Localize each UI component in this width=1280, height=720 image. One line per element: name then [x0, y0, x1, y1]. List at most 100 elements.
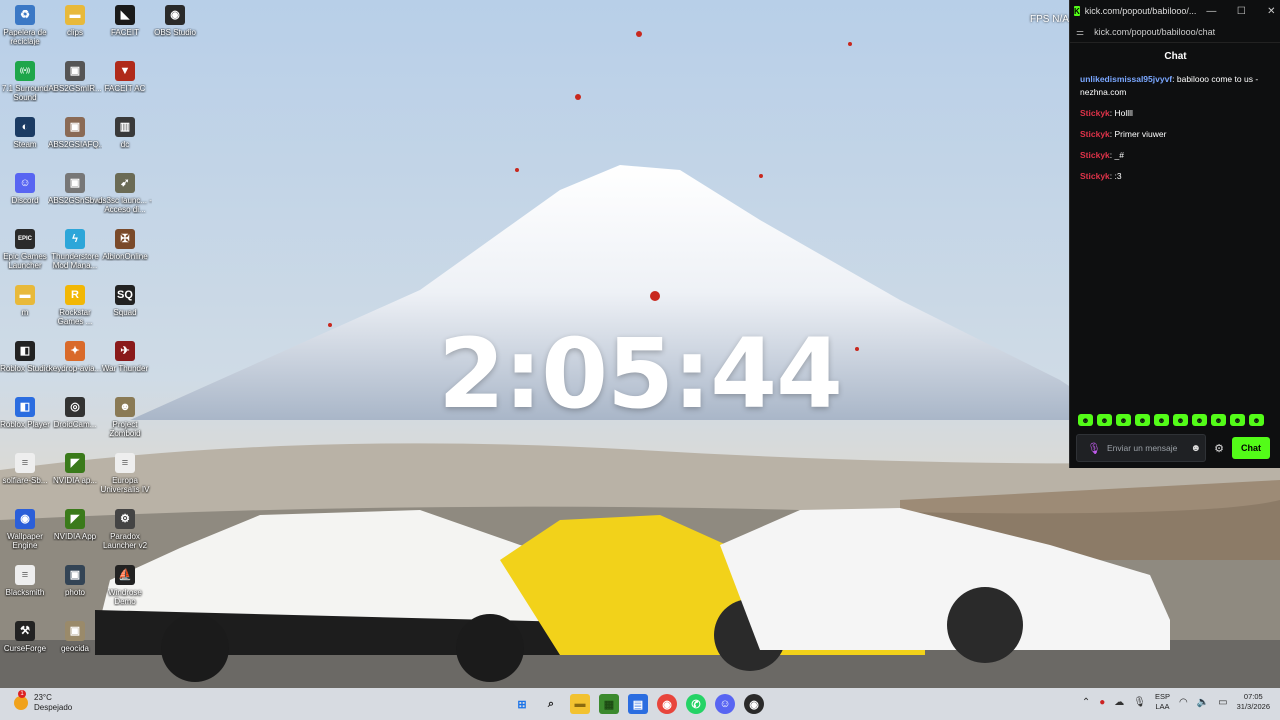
desktop-icon-label: clips	[66, 28, 83, 37]
albion-icon: ✠	[115, 229, 135, 249]
desktop-icon[interactable]: ≡ solfiare-Sb...	[0, 453, 52, 485]
desktop-icon[interactable]: ⛵ Windrose Demo	[98, 565, 152, 606]
chat-message: unlikedismissal95jvyvf: babilooo come to…	[1080, 73, 1271, 99]
maximize-icon[interactable]: ☐	[1226, 6, 1256, 17]
desktop-icon[interactable]: ✈ War Thunder	[98, 341, 152, 373]
battery-icon[interactable]: ▭	[1218, 697, 1227, 708]
close-icon[interactable]: ✕	[1256, 6, 1280, 17]
microsoft-store-icon[interactable]: ▤	[628, 694, 648, 714]
lang-bottom: LAA	[1155, 702, 1170, 711]
desktop-icon[interactable]: ϟ Thunderstore Mod Mana...	[48, 229, 102, 270]
search-icon[interactable]: ⌕	[541, 694, 561, 714]
microphone-icon[interactable]: 🎙	[1087, 442, 1101, 455]
desktop-icon[interactable]: ((•)) 7.1 Surround Sound	[0, 61, 52, 102]
desktop-icon-label: Windrose Demo	[108, 588, 142, 606]
emoji-picker-icon[interactable]: ☻	[1190, 443, 1201, 454]
chat-username[interactable]: unlikedismissal95jvyvf	[1080, 74, 1172, 84]
nvidia-icon: ◤	[65, 453, 85, 473]
minecraft-icon[interactable]: ▦	[599, 694, 619, 714]
desktop-icon[interactable]: ▥ dc	[98, 117, 152, 149]
desktop-icon[interactable]: ◐ Steam	[0, 117, 52, 149]
minimize-icon[interactable]: —	[1196, 6, 1226, 17]
rockstar-icon: R	[65, 285, 85, 305]
droidcam-icon: ◎	[65, 397, 85, 417]
obs-taskbar-icon[interactable]: ◉	[744, 694, 764, 714]
chat-username[interactable]: Stickyk	[1080, 150, 1110, 160]
emote-icon[interactable]: ☻	[1192, 414, 1207, 426]
desktop-icon[interactable]: ⚙ Paradox Launcher v2	[98, 509, 152, 550]
emote-icon[interactable]: ☻	[1230, 414, 1245, 426]
desktop-icon[interactable]: ≡ Blacksmith	[0, 565, 52, 597]
chat-username[interactable]: Stickyk	[1080, 129, 1110, 139]
emote-icon[interactable]: ☻	[1078, 414, 1093, 426]
desktop-icon[interactable]: ▣ ABS2GSIAFQ...	[48, 117, 102, 149]
desktop-icon-label: NVIDIA App	[53, 532, 97, 541]
thunderstore-icon: ϟ	[65, 229, 85, 249]
language-indicator[interactable]: ESP LAA	[1155, 692, 1170, 712]
desktop-icon[interactable]: SQ Squad	[98, 285, 152, 317]
desktop-icon[interactable]: ◉ OBS Studio	[148, 5, 202, 37]
emote-icon[interactable]: ☻	[1154, 414, 1169, 426]
desktop-icon[interactable]: ◤ NVIDIA App	[48, 509, 102, 541]
clock-date[interactable]: 07:05 31/3/2026	[1237, 692, 1270, 712]
paradox-icon: ⚙	[115, 509, 135, 529]
discord-taskbar-icon[interactable]: ☺	[715, 694, 735, 714]
desktop-icon[interactable]: ▬ m	[0, 285, 52, 317]
desktop-icon[interactable]: ◤ NVIDIA ap...	[48, 453, 102, 485]
emote-icon[interactable]: ☻	[1211, 414, 1226, 426]
desktop-icon-label: Rockstar Games ...	[57, 308, 93, 326]
site-settings-icon[interactable]: ⚌	[1076, 27, 1084, 38]
whatsapp-icon[interactable]: ✆	[686, 694, 706, 714]
desktop-icon[interactable]: ◣ FACEIT	[98, 5, 152, 37]
desktop-icon[interactable]: ▼ FACEIT AC	[98, 61, 152, 93]
desktop-icon[interactable]: R Rockstar Games ...	[48, 285, 102, 326]
desktop-icon[interactable]: ✠ AlbionOnline	[98, 229, 152, 261]
network-tray-icon[interactable]: ☁	[1114, 697, 1124, 708]
start-button-icon[interactable]: ⊞	[512, 694, 532, 714]
window-title: kick.com/popout/babilooo/...	[1084, 6, 1197, 16]
emote-icon[interactable]: ☻	[1173, 414, 1188, 426]
window-titlebar[interactable]: K kick.com/popout/babilooo/... — ☐ ✕	[1070, 0, 1280, 22]
desktop-icon[interactable]: ▬ clips	[48, 5, 102, 37]
chat-message-text: Primer viuwer	[1112, 129, 1167, 139]
desktop-icon[interactable]: EPIC Epic Games Launcher	[0, 229, 52, 270]
emote-icon[interactable]: ☻	[1135, 414, 1150, 426]
desktop-icon[interactable]: ◉ Wallpaper Engine	[0, 509, 52, 550]
emote-icon[interactable]: ☻	[1249, 414, 1264, 426]
file-explorer-icon[interactable]: ▬	[570, 694, 590, 714]
desktop-icon[interactable]: ◧ Roblox Player	[0, 397, 52, 429]
desktop-icon[interactable]: ▣ geocida	[48, 621, 102, 653]
emote-icon[interactable]: ☻	[1116, 414, 1131, 426]
chevron-up-icon[interactable]: ⌃	[1082, 697, 1090, 708]
chat-message-input[interactable]: 🎙 Enviar un mensaje ☻	[1076, 434, 1206, 462]
desktop-icon[interactable]: ▣ ABS2GSnSbw...	[48, 173, 102, 205]
weather-widget[interactable]: 23°C Despejado	[14, 690, 72, 713]
chat-input-row: 🎙 Enviar un mensaje ☻ ⚙ Chat	[1076, 434, 1276, 462]
volume-icon[interactable]: 🔈	[1197, 697, 1209, 708]
document-icon: ≡	[15, 453, 35, 473]
squad-icon: SQ	[115, 285, 135, 305]
address-bar[interactable]: ⚌ kick.com/popout/babilooo/chat	[1070, 22, 1280, 43]
desktop-icon[interactable]: ➹ ds3sc launc... - Acceso di...	[98, 173, 152, 214]
desktop-icon[interactable]: ♻ Papelera de reciclaje	[0, 5, 52, 46]
desktop-icon[interactable]: ▣ photo	[48, 565, 102, 597]
desktop-icon[interactable]: ☻ Project Zomboid	[98, 397, 152, 438]
send-chat-button[interactable]: Chat	[1232, 437, 1270, 459]
tray-app-icon[interactable]: ●	[1099, 697, 1105, 708]
roblox-player-icon: ◧	[15, 397, 35, 417]
desktop-icon[interactable]: ≡ Europa Universalis IV	[98, 453, 152, 494]
desktop-icon[interactable]: ▣ ABS2GSmIR...	[48, 61, 102, 93]
chrome-icon[interactable]: ◉	[657, 694, 677, 714]
desktop-icon[interactable]: ◎ DroidCam...	[48, 397, 102, 429]
wifi-icon[interactable]: ◠	[1179, 697, 1188, 708]
emote-icon[interactable]: ☻	[1097, 414, 1112, 426]
chat-settings-gear-icon[interactable]: ⚙	[1206, 442, 1232, 455]
desktop-clock: 2:05:44	[438, 318, 843, 430]
desktop-icon[interactable]: ◧ Roblox Studio	[0, 341, 52, 373]
desktop-icon[interactable]: ✦ keydrop-avia...	[48, 341, 102, 373]
chat-username[interactable]: Stickyk	[1080, 171, 1110, 181]
desktop-icon[interactable]: ⚒ CurseForge	[0, 621, 52, 653]
microphone-tray-icon[interactable]: 🎙	[1133, 697, 1146, 708]
chat-username[interactable]: Stickyk	[1080, 108, 1110, 118]
desktop-icon[interactable]: ☺ Discord	[0, 173, 52, 205]
